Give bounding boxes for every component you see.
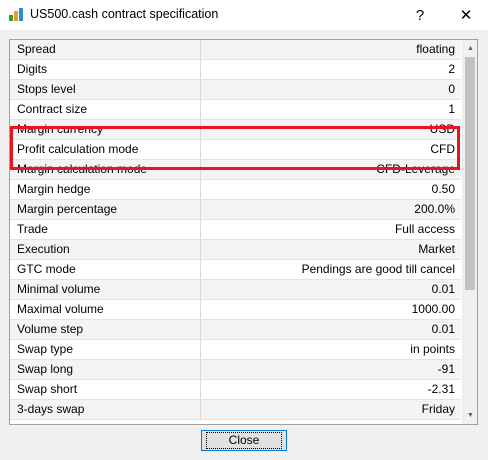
property-name-cell: Margin percentage (10, 200, 201, 219)
property-name-cell: Digits (10, 60, 201, 79)
property-name-cell: Stops level (10, 80, 201, 99)
table-row[interactable]: Margin currency USD (10, 120, 461, 140)
property-name-cell: Swap long (10, 360, 201, 379)
property-value-cell: USD (429, 122, 455, 136)
close-button[interactable]: Close (201, 430, 287, 451)
property-value-cell: CFD (430, 142, 455, 156)
table-row[interactable]: Maximal volume 1000.00 (10, 300, 461, 320)
property-name-cell: Execution (10, 240, 201, 259)
property-name-cell: Swap short (10, 380, 201, 399)
property-value-cell: in points (410, 342, 455, 356)
table-row[interactable]: Swap type in points (10, 340, 461, 360)
title-bar: US500.cash contract specification ? ✕ (0, 0, 488, 30)
table-row[interactable]: Spread floating (10, 40, 461, 60)
property-name-cell: 3-days swap (10, 400, 201, 419)
property-name-cell: Contract size (10, 100, 201, 119)
table-row[interactable]: Execution Market (10, 240, 461, 260)
property-value-cell: 0 (448, 82, 455, 96)
table-row[interactable]: Margin hedge 0.50 (10, 180, 461, 200)
scroll-down-arrow-icon[interactable]: ▼ (463, 407, 477, 424)
property-name-cell: Margin calculation mode (10, 160, 201, 179)
app-logo-icon (9, 8, 23, 21)
scrollbar-thumb[interactable] (465, 57, 475, 290)
property-value-cell: 0.50 (431, 182, 455, 196)
table-row[interactable]: Profit calculation mode CFD (10, 140, 461, 160)
property-value-cell: -91 (437, 362, 455, 376)
property-value-cell: Full access (394, 222, 455, 236)
property-name-cell: Maximal volume (10, 300, 201, 319)
window-title: US500.cash contract specification (30, 7, 219, 21)
property-name-cell: GTC mode (10, 260, 201, 279)
table-row[interactable]: Margin calculation mode CFD-Leverage (10, 160, 461, 180)
property-value-cell: 0.01 (431, 282, 455, 296)
property-value-cell: -2.31 (427, 382, 455, 396)
property-value-cell: Friday (421, 402, 455, 416)
property-name-cell: Swap type (10, 340, 201, 359)
property-name-cell: Margin currency (10, 120, 201, 139)
table-row[interactable]: Trade Full access (10, 220, 461, 240)
window-close-button[interactable]: ✕ (444, 0, 488, 30)
close-button-label: Close (205, 432, 283, 449)
property-value-cell: 2 (448, 62, 455, 76)
property-name-cell: Margin hedge (10, 180, 201, 199)
property-value-cell: 0.01 (431, 322, 455, 336)
property-value-cell: 1000.00 (411, 302, 455, 316)
table-row[interactable]: Swap short -2.31 (10, 380, 461, 400)
table-row[interactable]: Volume step 0.01 (10, 320, 461, 340)
table-row[interactable]: Stops level 0 (10, 80, 461, 100)
property-name-cell: Spread (10, 40, 201, 59)
dialog-body: Spread floating Digits 2 Stops level 0 Contrac… (0, 30, 488, 460)
property-name-cell: Minimal volume (10, 280, 201, 299)
property-name-cell: Trade (10, 220, 201, 239)
vertical-scrollbar[interactable]: ▲ ▼ (462, 40, 477, 424)
close-icon: ✕ (459, 7, 473, 24)
table-row[interactable]: Margin percentage 200.0% (10, 200, 461, 220)
property-value-cell: 200.0% (414, 202, 455, 216)
help-button[interactable]: ? (398, 0, 442, 30)
help-icon: ? (415, 6, 425, 24)
property-name-cell: Profit calculation mode (10, 140, 201, 159)
property-value-cell: Market (418, 242, 455, 256)
table-row[interactable]: Digits 2 (10, 60, 461, 80)
specification-grid[interactable]: Spread floating Digits 2 Stops level 0 Contrac… (9, 39, 478, 425)
scroll-up-arrow-icon[interactable]: ▲ (463, 40, 477, 57)
property-value-cell: Pendings are good till cancel (301, 262, 455, 276)
property-value-cell: floating (416, 42, 455, 56)
property-name-cell: Volume step (10, 320, 201, 339)
table-row[interactable]: 3-days swap Friday (10, 400, 461, 420)
table-row[interactable]: GTC mode Pendings are good till cancel (10, 260, 461, 280)
table-row[interactable]: Minimal volume 0.01 (10, 280, 461, 300)
property-value-cell: 1 (448, 102, 455, 116)
table-row[interactable]: Contract size 1 (10, 100, 461, 120)
property-value-cell: CFD-Leverage (376, 162, 455, 176)
table-row[interactable]: Swap long -91 (10, 360, 461, 380)
